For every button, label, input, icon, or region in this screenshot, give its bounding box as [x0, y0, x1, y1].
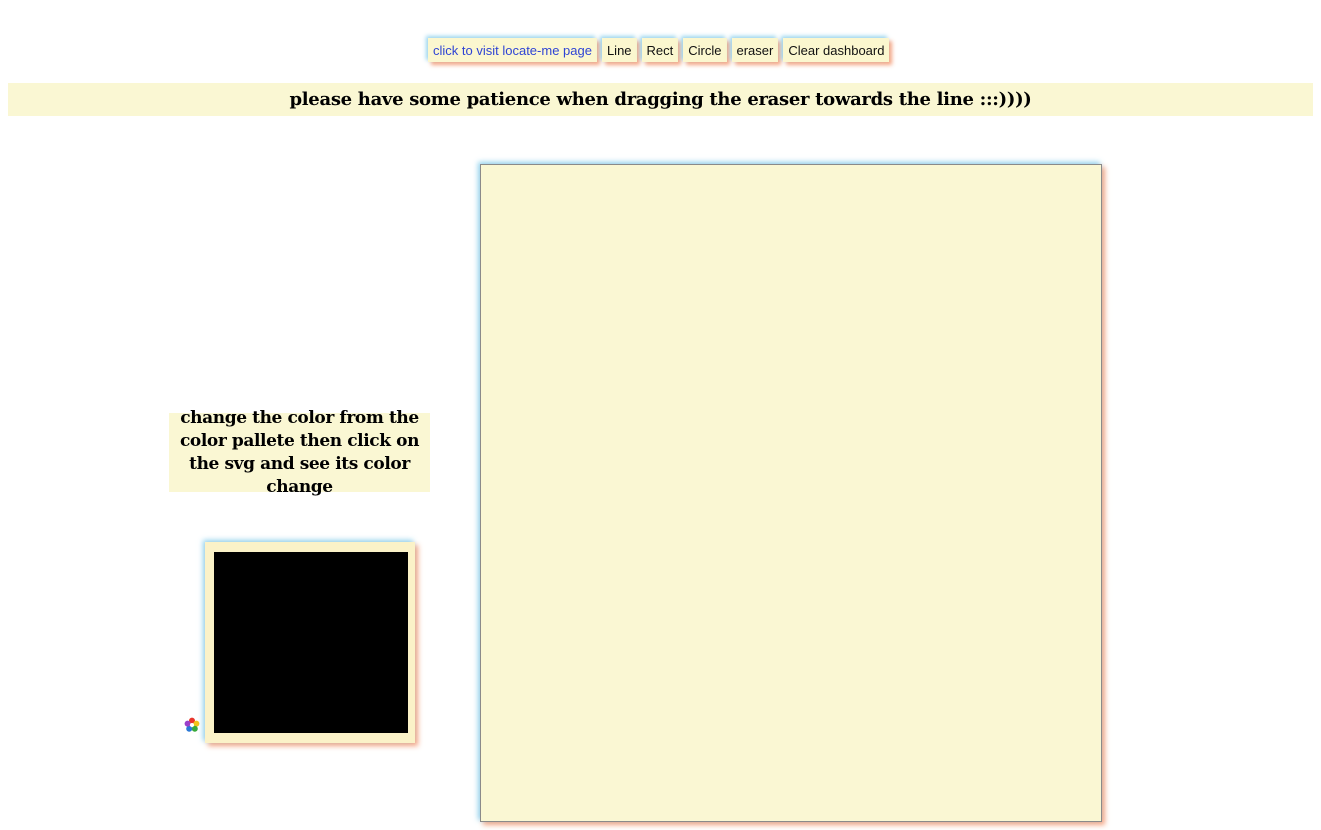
- clear-dashboard-button[interactable]: Clear dashboard: [783, 38, 890, 62]
- color-instructions: change the color from the color pallete …: [169, 408, 430, 497]
- drawing-dashboard[interactable]: [480, 164, 1102, 822]
- instructions-text: change the color from the color pallete …: [179, 407, 420, 497]
- eraser-button[interactable]: eraser: [731, 38, 779, 62]
- line-button[interactable]: Line: [601, 38, 637, 62]
- color-palette-icon[interactable]: [184, 717, 200, 733]
- color-palette-icon-graphic: [184, 717, 200, 732]
- color-swatch-svg[interactable]: [214, 552, 408, 733]
- color-swatch-frame: [205, 542, 415, 743]
- toolbar: click to visit locate-me page Line Rect …: [428, 38, 890, 63]
- locate-me-link[interactable]: click to visit locate-me page: [428, 38, 597, 62]
- dashboard-canvas[interactable]: [481, 165, 1101, 821]
- patience-banner: please have some patience when dragging …: [8, 83, 1313, 116]
- banner-text: please have some patience when dragging …: [289, 89, 1032, 110]
- rect-button[interactable]: Rect: [641, 38, 679, 62]
- circle-button[interactable]: Circle: [683, 38, 727, 62]
